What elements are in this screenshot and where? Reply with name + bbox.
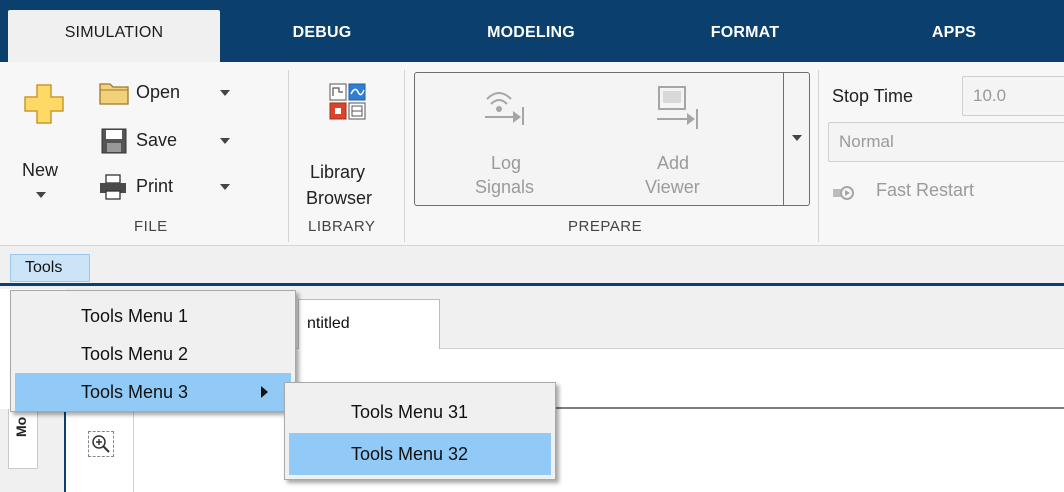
- new-plus-icon: [24, 84, 64, 124]
- tab-format[interactable]: FORMAT: [680, 10, 810, 62]
- model-browser-tab[interactable]: Mo: [8, 409, 38, 469]
- stop-time-label: Stop Time: [832, 86, 914, 106]
- palette-pane: [68, 409, 134, 492]
- add-viewer-icon: [657, 86, 698, 129]
- add-viewer-line2: Viewer: [645, 177, 700, 197]
- ribbon-separator: [288, 70, 289, 242]
- prepare-gallery-expand-arrow[interactable]: [792, 135, 802, 141]
- stop-time-input[interactable]: 10.0: [962, 76, 1064, 116]
- new-dropdown-arrow[interactable]: [36, 192, 46, 198]
- log-signals-line1: Log: [491, 153, 522, 173]
- menu-item-label: Tools Menu 31: [351, 402, 469, 422]
- tools-dropdown-menu: Tools Menu 1 Tools Menu 2 Tools Menu 3: [10, 290, 296, 412]
- menu-item-tools-menu-32[interactable]: Tools Menu 32: [289, 433, 551, 475]
- model-browser-tab-label: Mo: [13, 416, 29, 437]
- menu-item-tools-menu-2[interactable]: Tools Menu 2: [13, 335, 293, 373]
- file-group-label: FILE: [134, 218, 168, 235]
- menu-item-label: Tools Menu 2: [81, 344, 189, 364]
- side-panel-strip: Mo: [0, 409, 66, 492]
- library-label-line1: Library: [310, 162, 366, 182]
- log-signals-line2: Signals: [475, 177, 535, 197]
- folder-icon: [99, 83, 129, 105]
- menu-item-tools-menu-3[interactable]: Tools Menu 3: [15, 373, 291, 411]
- save-disk-icon: [101, 128, 127, 154]
- new-label: New: [22, 160, 59, 180]
- save-label: Save: [136, 130, 178, 150]
- print-dropdown-arrow[interactable]: [220, 184, 230, 190]
- open-dropdown-arrow[interactable]: [220, 90, 230, 96]
- menu-item-label: Tools Menu 3: [81, 382, 189, 402]
- zoom-in-icon: [92, 435, 110, 453]
- simulation-mode-value: Normal: [839, 132, 894, 151]
- tab-untitled[interactable]: ntitled: [298, 299, 440, 349]
- toolstrip-tab-bar: SIMULATION DEBUG MODELING FORMAT APPS: [0, 0, 1064, 62]
- save-button[interactable]: Save: [92, 124, 252, 158]
- fast-restart-icon: [833, 186, 854, 200]
- zoom-icon[interactable]: [88, 431, 114, 457]
- printer-icon: [100, 174, 126, 200]
- submenu-arrow-icon: [261, 386, 268, 398]
- tools-menu-3-submenu: Tools Menu 31 Tools Menu 32: [284, 382, 556, 480]
- prepare-group-label: PREPARE: [568, 218, 643, 235]
- menu-item-tools-menu-1[interactable]: Tools Menu 1: [13, 297, 293, 335]
- library-browser-icon: [329, 83, 366, 120]
- print-label: Print: [136, 176, 174, 196]
- menu-bar: Tools: [0, 246, 1064, 286]
- menu-item-label: Tools Menu 1: [81, 306, 189, 326]
- open-label: Open: [136, 82, 181, 102]
- log-signals-icon: [485, 92, 524, 125]
- menu-item-tools-menu-31[interactable]: Tools Menu 31: [287, 393, 553, 431]
- fast-restart-label: Fast Restart: [876, 180, 975, 200]
- library-browser-button[interactable]: Library Browser: [298, 76, 398, 208]
- open-button[interactable]: Open: [92, 76, 252, 110]
- new-button[interactable]: New: [14, 76, 74, 206]
- add-viewer-line1: Add: [657, 153, 690, 173]
- fast-restart-button[interactable]: Fast Restart: [832, 178, 1032, 206]
- tools-menu-button[interactable]: Tools: [10, 254, 90, 282]
- tab-modeling[interactable]: MODELING: [448, 10, 614, 62]
- save-dropdown-arrow[interactable]: [220, 138, 230, 144]
- ribbon-separator: [404, 70, 405, 242]
- tab-simulation[interactable]: SIMULATION: [8, 10, 220, 62]
- prepare-gallery: Log Signals Add Viewer: [414, 72, 810, 206]
- ribbon-separator: [818, 70, 819, 242]
- tab-debug[interactable]: DEBUG: [262, 10, 382, 62]
- log-signals-button[interactable]: Log Signals: [455, 81, 555, 201]
- simulation-mode-select[interactable]: Normal: [828, 122, 1064, 162]
- add-viewer-button[interactable]: Add Viewer: [621, 81, 741, 201]
- tab-apps[interactable]: APPS: [900, 10, 1008, 62]
- library-group-label: LIBRARY: [308, 218, 376, 235]
- prepare-gallery-divider: [783, 73, 784, 205]
- ribbon: New Open Save Print FILE Library Browser…: [0, 62, 1064, 246]
- menu-item-label: Tools Menu 32: [351, 444, 469, 464]
- print-button[interactable]: Print: [92, 170, 252, 204]
- library-label-line2: Browser: [306, 188, 373, 208]
